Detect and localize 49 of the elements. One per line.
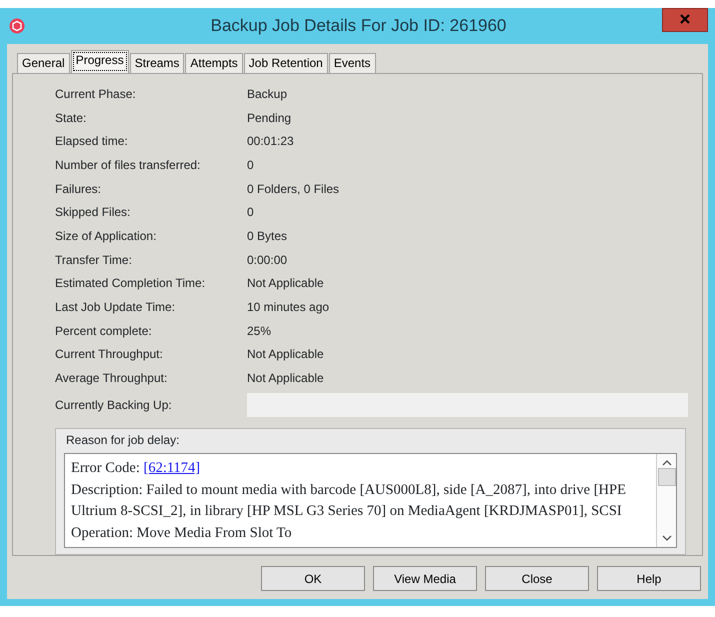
close-icon — [680, 14, 690, 24]
reason-text-area[interactable] — [64, 453, 677, 548]
field-value: 0 Folders, 0 Files — [247, 180, 340, 198]
field-label: Percent complete: — [55, 322, 153, 340]
field-label: Elapsed time: — [55, 133, 129, 150]
field-value: 0 — [247, 156, 254, 174]
dialog-button[interactable]: OK — [261, 566, 365, 591]
field-label: Current Phase: — [55, 86, 137, 103]
scroll-thumb[interactable] — [658, 468, 676, 486]
dialog-button[interactable]: View Media — [373, 566, 477, 591]
field-label: Current Throughput: — [55, 346, 164, 364]
field-value: Not Applicable — [247, 370, 324, 388]
tab[interactable]: Streams — [130, 53, 184, 74]
field-label: Number of files transferred: — [55, 156, 202, 174]
scroll-up-icon[interactable] — [662, 459, 672, 466]
field-label: Failures: — [55, 180, 102, 198]
scrollbar[interactable] — [656, 454, 676, 547]
field-value: Not Applicable — [247, 275, 324, 292]
field-label: Skipped Files: — [55, 204, 132, 222]
tab[interactable]: Progress — [70, 50, 129, 74]
field-value: 25% — [247, 322, 272, 340]
field-value: 0:00:00 — [247, 252, 288, 269]
description-text: Description: Failed to mount media with barcode [AUS000L8], side [A_2087], into drive [HPE Ultrium 8-SCSI_2], in library [HP MSL G3 Series 70] on MediaAgent [KRDJMASP01], SCSI Operation: Move Media From Slot To — [71, 480, 627, 542]
app-icon — [9, 18, 25, 34]
tab[interactable]: Attempts — [185, 53, 243, 74]
field-label: Average Throughput: — [55, 370, 168, 388]
close-button[interactable] — [662, 8, 708, 32]
field-label: Estimated Completion Time: — [55, 275, 206, 292]
field-label: Size of Application: — [55, 228, 158, 246]
field-label: State: — [55, 110, 88, 127]
tab[interactable]: General — [17, 53, 70, 74]
field-value: 10 minutes ago — [247, 299, 330, 316]
field-label: Transfer Time: — [55, 252, 133, 269]
field-value: Pending — [247, 110, 292, 127]
field-value: Not Applicable — [247, 346, 324, 364]
error-code-line: Error Code: [62:1174] — [71, 459, 202, 478]
field-value: Backup — [247, 86, 288, 103]
dialog-button[interactable]: Help — [597, 566, 701, 591]
field-value: 00:01:23 — [247, 133, 294, 150]
tab[interactable]: Job Retention — [244, 53, 328, 74]
field-label: Currently Backing Up: — [55, 397, 173, 414]
window-title: Backup Job Details For Job ID: 261960 — [210, 15, 508, 38]
dialog-button[interactable]: Close — [485, 566, 589, 591]
tab[interactable]: Events — [328, 53, 376, 74]
error-code-link[interactable]: [62:1174] — [143, 460, 200, 476]
scroll-down-icon[interactable] — [662, 535, 672, 542]
field-value: 0 Bytes — [247, 228, 288, 246]
field-value: 0 — [247, 204, 254, 222]
field-label: Last Job Update Time: — [55, 299, 176, 316]
